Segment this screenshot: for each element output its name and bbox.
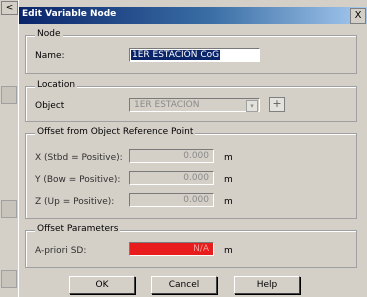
offset-group: Offset from Object Reference Point X (St… (25, 127, 357, 219)
apriori-sd-input[interactable]: N/A (129, 242, 214, 256)
dialog-title: Edit Variable Node (22, 9, 117, 19)
object-select-value: 1ER ESTACION (134, 100, 200, 110)
name-label: Name: (35, 51, 65, 61)
name-input-value: 1ER ESTACION CoG (131, 50, 221, 60)
background-window-button[interactable]: < (1, 1, 18, 15)
offset-parameters-legend: Offset Parameters (35, 224, 121, 234)
location-group: Location Object 1ER ESTACION ▾ + (25, 80, 357, 122)
edit-variable-node-dialog: Edit Variable Node X Node Name: 1ER ESTA… (18, 0, 367, 297)
apriori-sd-label: A-priori SD: (35, 246, 87, 256)
offset-y-unit: m (224, 175, 233, 185)
node-group: Node Name: 1ER ESTACION CoG (25, 29, 357, 74)
location-group-legend: Location (35, 80, 78, 90)
offset-y-input[interactable]: 0.000 (129, 171, 214, 185)
browse-object-button[interactable]: + (269, 97, 285, 112)
offset-z-unit: m (224, 197, 233, 207)
dialog-titlebar[interactable]: Edit Variable Node X (19, 7, 367, 24)
name-input[interactable]: 1ER ESTACION CoG (129, 48, 260, 62)
node-group-legend: Node (35, 29, 63, 39)
object-select[interactable]: 1ER ESTACION ▾ (129, 98, 260, 112)
background-panel-fragment (1, 200, 17, 218)
close-icon[interactable]: X (350, 8, 366, 24)
offset-group-legend: Offset from Object Reference Point (35, 127, 196, 137)
background-window-edge: < (0, 0, 19, 297)
offset-z-label: Z (Up = Positive): (35, 197, 115, 207)
apriori-sd-unit: m (224, 246, 233, 256)
background-panel-fragment (1, 86, 17, 104)
offset-parameters-group: Offset Parameters A-priori SD: N/A m (25, 224, 357, 268)
offset-x-label: X (Stbd = Positive): (35, 153, 123, 163)
chevron-down-icon[interactable]: ▾ (246, 100, 258, 112)
background-panel-fragment (1, 270, 17, 288)
help-button[interactable]: Help (234, 276, 300, 294)
offset-x-input[interactable]: 0.000 (129, 149, 214, 163)
offset-y-label: Y (Bow = Positive): (35, 175, 121, 185)
ok-button[interactable]: OK (69, 276, 135, 294)
object-label: Object (35, 101, 65, 111)
offset-z-input[interactable]: 0.000 (129, 193, 214, 207)
cancel-button[interactable]: Cancel (151, 276, 217, 294)
offset-x-unit: m (224, 153, 233, 163)
